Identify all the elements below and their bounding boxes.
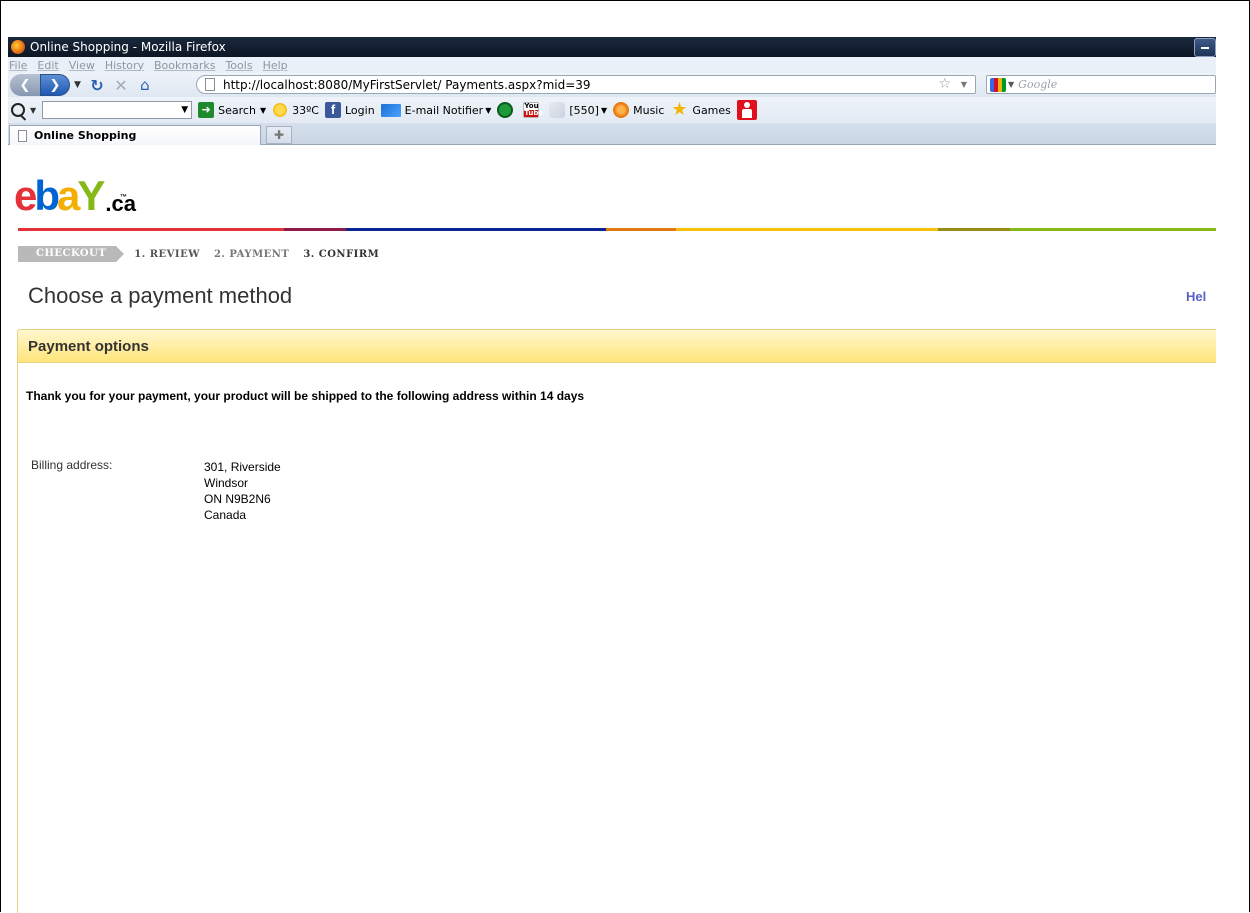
magnifier-icon[interactable] [11, 103, 25, 117]
games-label: Games [692, 103, 731, 117]
forward-button[interactable]: ❯ [40, 74, 70, 96]
menu-edit[interactable]: Edit [37, 59, 58, 72]
url-text: http://localhost:8080/MyFirstServlet/ Pa… [223, 77, 591, 92]
panel-border [17, 363, 18, 913]
menu-bookmarks[interactable]: Bookmarks [154, 59, 215, 72]
google-icon[interactable] [990, 77, 1006, 92]
browser-window: Online Shopping - Mozilla Firefox File E… [8, 37, 1216, 913]
stop-icon[interactable]: ✕ [111, 76, 131, 95]
back-button[interactable]: ❮ [10, 74, 40, 96]
green-addon-button[interactable] [497, 102, 517, 118]
tab-page-icon [18, 129, 27, 142]
logo-trademark: ™ [120, 194, 127, 201]
firefox-icon [11, 40, 25, 54]
menu-file[interactable]: File [9, 59, 27, 72]
weather-widget[interactable]: 33ºC [272, 102, 319, 118]
reload-icon[interactable]: ↻ [87, 76, 107, 95]
stripe-segment [346, 228, 606, 231]
tab-bar: Online Shopping ✚ [8, 123, 1216, 145]
address-line: Windsor [204, 476, 249, 490]
step-payment: 2. PAYMENT [213, 248, 290, 260]
menu-help[interactable]: Help [263, 59, 288, 72]
address-line: 301, Riverside [204, 460, 281, 474]
title-bar: Online Shopping - Mozilla Firefox [8, 37, 1216, 57]
window-title: Online Shopping - Mozilla Firefox [30, 40, 226, 54]
bookmark-star-icon[interactable]: ☆ [938, 76, 951, 92]
tab-online-shopping[interactable]: Online Shopping [9, 125, 261, 145]
email-dropdown-icon[interactable]: ▼ [485, 106, 491, 115]
search-placeholder: Google [1018, 78, 1058, 91]
home-icon[interactable]: ⌂ [135, 76, 155, 94]
search-dropdown-icon[interactable]: ▼ [260, 106, 266, 115]
bookmarks-icon [549, 102, 566, 118]
youtube-icon: You Tube [523, 102, 544, 118]
panel-title: Payment options [28, 338, 149, 355]
music-button[interactable]: Music [613, 102, 664, 118]
facebook-icon: f [324, 102, 341, 118]
stripe-segment [676, 228, 938, 231]
ebay-logo[interactable]: ebaY .ca ™ [14, 175, 136, 217]
confirmation-message: Thank you for your payment, your product… [26, 389, 585, 403]
games-button[interactable]: ★ Games [670, 99, 731, 120]
address-line: ON N9B2N6 [204, 492, 271, 506]
stripe-segment [1010, 228, 1216, 231]
red-addon-button[interactable] [736, 100, 761, 120]
person-icon [736, 100, 757, 120]
favorites-count: [550] [569, 103, 599, 117]
music-label: Music [633, 103, 665, 117]
address-line: Canada [204, 508, 247, 522]
billing-address: 301, Riverside Windsor ON N9B2N6 Canada [204, 459, 281, 523]
page-content: ebaY .ca ™ CHECKOUT 1. REVIEW 2. PAYMENT… [8, 167, 1216, 913]
facebook-login-button[interactable]: f Login [324, 102, 375, 118]
magnifier-dropdown-icon[interactable]: ▼ [30, 106, 36, 115]
step-review: 1. REVIEW [134, 248, 200, 260]
menu-bar: File Edit View History Bookmarks Tools H… [8, 57, 1216, 73]
page-icon [205, 78, 215, 91]
url-bar[interactable]: http://localhost:8080/MyFirstServlet/ Pa… [196, 75, 976, 94]
favorites-counter[interactable]: [550] ▼ [549, 102, 607, 118]
toolbar-input-dropdown-icon[interactable]: ▼ [181, 105, 188, 115]
search-engine-dropdown-icon[interactable]: ▼ [1008, 80, 1014, 89]
email-label: E-mail Notifier [404, 103, 484, 117]
navigation-bar: ❮ ❯ ▼ ↻ ✕ ⌂ http://localhost:8080/MyFirs… [8, 73, 1216, 97]
menu-history[interactable]: History [105, 59, 144, 72]
page-title: Choose a payment method [28, 283, 293, 308]
count-dropdown-icon[interactable]: ▼ [601, 106, 607, 115]
payment-options-header: Payment options [17, 329, 1216, 363]
weather-temp: 33ºC [292, 103, 319, 117]
web-search-box[interactable]: ▼ Google [986, 75, 1216, 94]
sun-icon [272, 102, 289, 118]
star-icon: ★ [671, 99, 688, 120]
checkout-label: CHECKOUT [18, 246, 125, 262]
toolbar-search-button[interactable]: ➜ Search ▼ [198, 102, 266, 118]
step-confirm: 3. CONFIRM [303, 248, 380, 260]
tab-label: Online Shopping [34, 129, 137, 142]
help-link[interactable]: Hel [1186, 289, 1206, 304]
minimize-button[interactable] [1194, 38, 1216, 57]
checkout-steps: CHECKOUT 1. REVIEW 2. PAYMENT 3. CONFIRM [18, 246, 379, 262]
toolbar-search-input[interactable]: ▼ [42, 101, 193, 119]
billing-address-label: Billing address: [31, 458, 113, 472]
stripe-segment [18, 228, 284, 231]
stripe-segment [284, 228, 346, 231]
toolbar-search-label: Search [218, 103, 256, 117]
history-dropdown-icon[interactable]: ▼ [74, 80, 81, 90]
stripe-segment [606, 228, 676, 231]
youtube-button[interactable]: You Tube [523, 102, 543, 118]
arrow-right-icon: ➜ [198, 102, 215, 118]
menu-tools[interactable]: Tools [225, 59, 252, 72]
stripe-segment [938, 228, 1010, 231]
addon-toolbar: ▼ ▼ ➜ Search ▼ 33ºC f Login E-mail Notif… [8, 97, 1216, 123]
menu-view[interactable]: View [69, 59, 95, 72]
refresh-circle-icon [497, 102, 514, 118]
music-icon [613, 102, 630, 118]
url-dropdown-icon[interactable]: ▼ [961, 80, 967, 89]
new-tab-button[interactable]: ✚ [266, 126, 292, 144]
brand-color-stripe [18, 228, 1216, 231]
email-notifier-button[interactable]: E-mail Notifier ▼ [380, 103, 491, 117]
mail-icon [380, 103, 401, 117]
login-label: Login [344, 103, 375, 117]
